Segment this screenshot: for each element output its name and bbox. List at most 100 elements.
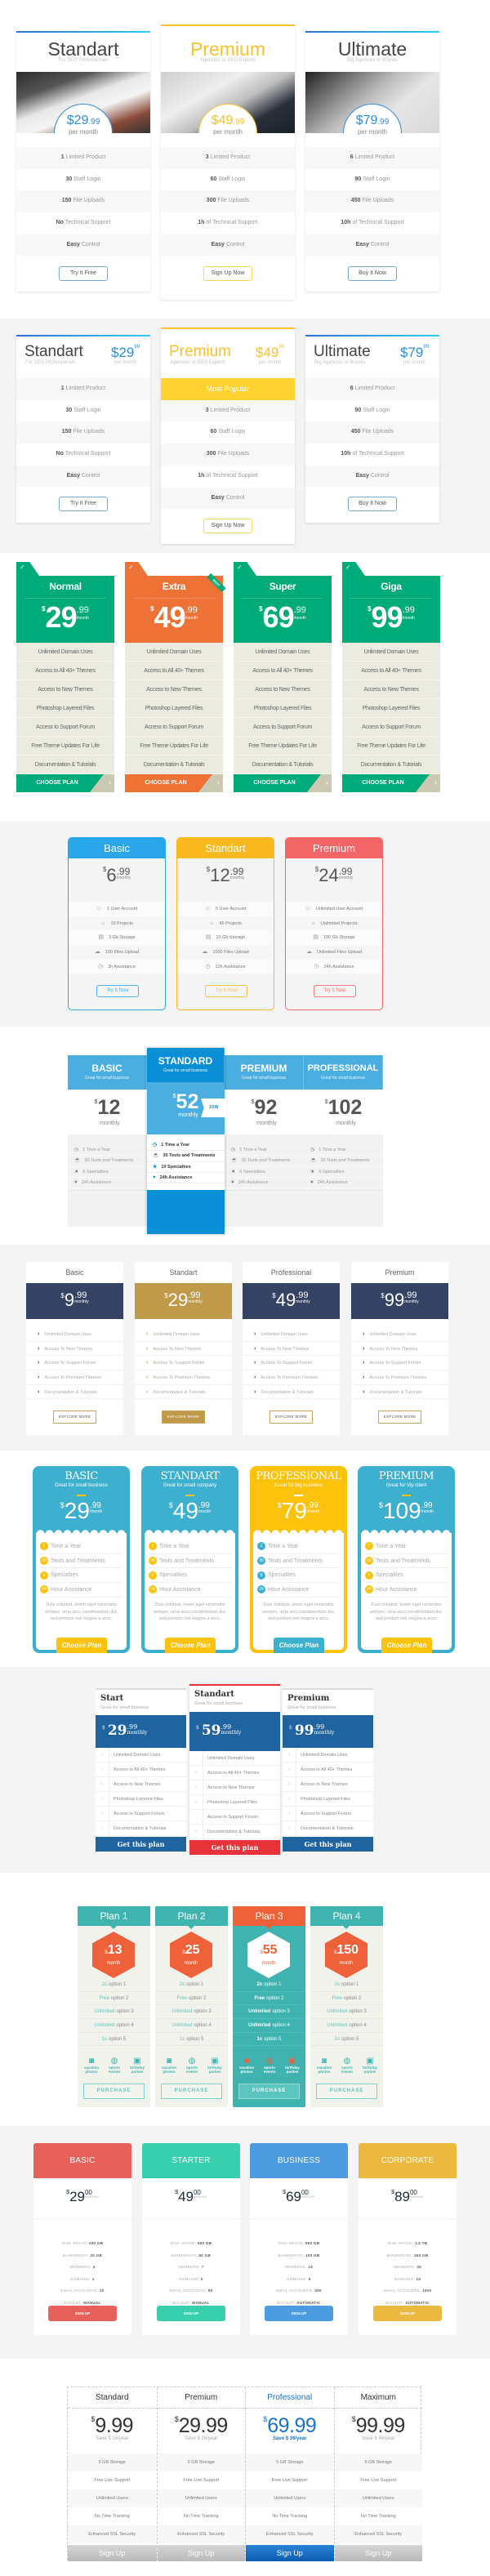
try-it-now-button[interactable]: Try It Now [205,985,247,997]
choose-plan-button[interactable]: Choose Plan [165,1638,216,1653]
plan-button[interactable]: Try It Free [59,266,108,281]
explore-more-button[interactable]: EXPLORE MORE [53,1411,96,1424]
pricing-card-basic: BASIC Great for small business $29.99/mont… [33,1466,130,1653]
feature-row: › Photoshop Layered Files [96,1792,186,1807]
pricing-card-plan-1: Plan 1 $13 month 2x option 1 Free option 2 Unli… [78,1906,150,2107]
choose-plan-button[interactable]: Choose Plan [274,1638,324,1653]
purchase-button[interactable]: PURCHASE [83,2084,145,2099]
price-cents-group: .99/month [90,1502,102,1522]
join-button[interactable]: JOIN [201,1099,226,1117]
spec-label: DISK SPACE: [170,2241,196,2245]
choose-plan-button[interactable]: CHOOSE PLAN › [234,774,332,792]
sign-up-button[interactable]: SIGN UP [373,2306,442,2321]
purchase-button[interactable]: PURCHASE [161,2084,222,2099]
choose-plan-button[interactable]: CHOOSE PLAN › [16,774,114,792]
price-amount: 99 [294,1723,314,1739]
plan-button[interactable]: Sign Up Now [203,519,252,533]
plan-button[interactable]: Buy It Now [348,266,397,281]
price-cents: .99 [185,605,198,615]
save-note: Save $ 26/year [185,2436,218,2441]
pricing-card-starter: STARTER $49 00 MONTHLY DISK SPACE: 500 GB BAND… [142,2143,240,2335]
price-amount: 150 [336,1943,359,1957]
price: $29.99/month [16,603,114,632]
plan-name: Standart [194,1690,234,1699]
choose-plan-button[interactable]: CHOOSE PLAN › [125,774,223,792]
spec-row: MEMBERS: 15 [250,2263,348,2271]
price-amount: $49 [256,345,279,360]
feature-text: Control [368,472,390,479]
pricing-card-plan-4: Plan 4 $150 month 2x option 1 Free option 2 Unl… [310,1906,383,2107]
get-this-plan-button[interactable]: Get this plan [189,1840,280,1855]
feature-row: › Unlimited Domain Uses [189,1751,280,1766]
choose-plan-button[interactable]: Choose Plan [381,1638,432,1653]
feature-text: 10 Gb Storage [216,935,246,941]
save-note: Save $ 16/year [96,2436,129,2441]
price-amount: 109 [383,1498,421,1523]
price-period: monthly [229,876,245,880]
feature-text: Access To Premium Themes [153,1375,211,1381]
check-icon: ✓ [237,564,243,571]
feature-row: Unlimited Domain Uses [125,643,223,662]
price-period: /month [76,616,89,621]
purchase-button[interactable]: PURCHASE [238,2084,300,2099]
cloud-upload-icon: ☁ [94,949,100,956]
try-it-now-button[interactable]: Try It Now [314,985,356,997]
plan-button[interactable]: Sign Up Now [203,266,252,281]
get-this-plan-button[interactable]: Get this plan [96,1837,186,1852]
spec-value: AUTOMATIC [405,2301,430,2305]
pricing-card-basic: BASIC $29 00 MONTHLY DISK SPACE: 200 GB BANDWI… [33,2143,131,2335]
feature-row: Easy Control [16,465,150,488]
sign-up-button[interactable]: Sign Up [334,2545,422,2561]
feature-row: ☕ 30 Tests and Treatments [225,1156,304,1167]
choose-plan-button[interactable]: Choose Plan [56,1638,107,1653]
explore-more-button[interactable]: EXPLORE MORE [162,1411,205,1424]
chevron-right-icon: › [434,778,437,787]
spec-value: MANUAL [192,2301,210,2305]
chevron-right-icon: › [146,1345,149,1352]
explore-more-button[interactable]: EXPLORE MORE [378,1411,421,1424]
feature-row: Photoshop Layered Files [125,699,223,718]
feature-row: › Access to New Themes [96,1777,186,1792]
pricing-card-corporate: CORPORATE $89 00 MONTHLY DISK SPACE: 1,5 TB BA… [359,2143,457,2335]
feature-row: 30 Staff Login [16,168,150,191]
price-period: MONTHLY [193,2195,207,2199]
sign-up-button[interactable]: Sign Up [68,2545,157,2561]
feature-row: Photoshop Layered Files [234,699,332,718]
plan-description: Duis volutpat, lorem eget venenatis semp… [369,1602,443,1621]
basket-icon: ☕ [153,1153,159,1159]
sign-up-button[interactable]: SIGN UP [265,2306,333,2321]
sign-up-button[interactable]: Sign Up [246,2545,334,2561]
lightbulb-icon: ☼ [100,920,106,926]
feature-text: Documentation & Tutorials [153,1389,206,1395]
try-it-now-button[interactable]: Try It Now [96,985,139,997]
plan-button[interactable]: Try It Free [59,497,108,511]
feature-text: 3h Assistance [108,964,136,969]
feature-text: File Uploads [71,198,105,204]
plan-button[interactable]: Buy It Now [348,497,397,511]
sign-up-button[interactable]: SIGN UP [157,2306,225,2321]
price-amount: 69 [286,2189,301,2204]
choose-plan-button[interactable]: CHOOSE PLAN › [342,774,440,792]
feature-text: Staff Login [72,176,101,182]
feature-row: ♥ 24h Assistance [68,1178,147,1189]
sign-up-button[interactable]: Sign Up [157,2545,245,2561]
sign-up-button[interactable]: SIGN UP [48,2306,117,2321]
feature-highlight: 450 [350,429,361,435]
plan-name: Plan 4 [310,1906,383,1926]
price-cents-group: .99 monthly [74,1291,89,1309]
feature-row: 1h of Technical Support [161,465,295,488]
spec-value: 300 [314,2289,322,2293]
feature-number-badge: 1 [257,1542,265,1551]
get-this-plan-button[interactable]: Get this plan [283,1837,373,1852]
price-period: per month [212,128,243,136]
gift-box-icon: ▣ [288,2057,296,2066]
feature-row: 24 Hour Assistance [257,1583,340,1598]
option-highlight: Unlimited [327,2009,348,2015]
extra-feature-label: birthday parties [207,2066,222,2074]
purchase-button[interactable]: PURCHASE [316,2084,377,2099]
price-period: monthly [404,1299,419,1304]
feature-row: ★ 6 Specialties [68,1167,147,1178]
spec-value: 100 GB [305,2253,320,2257]
explore-more-button[interactable]: EXPLORE MORE [270,1411,313,1424]
feature-text: Staff Login [361,407,390,413]
